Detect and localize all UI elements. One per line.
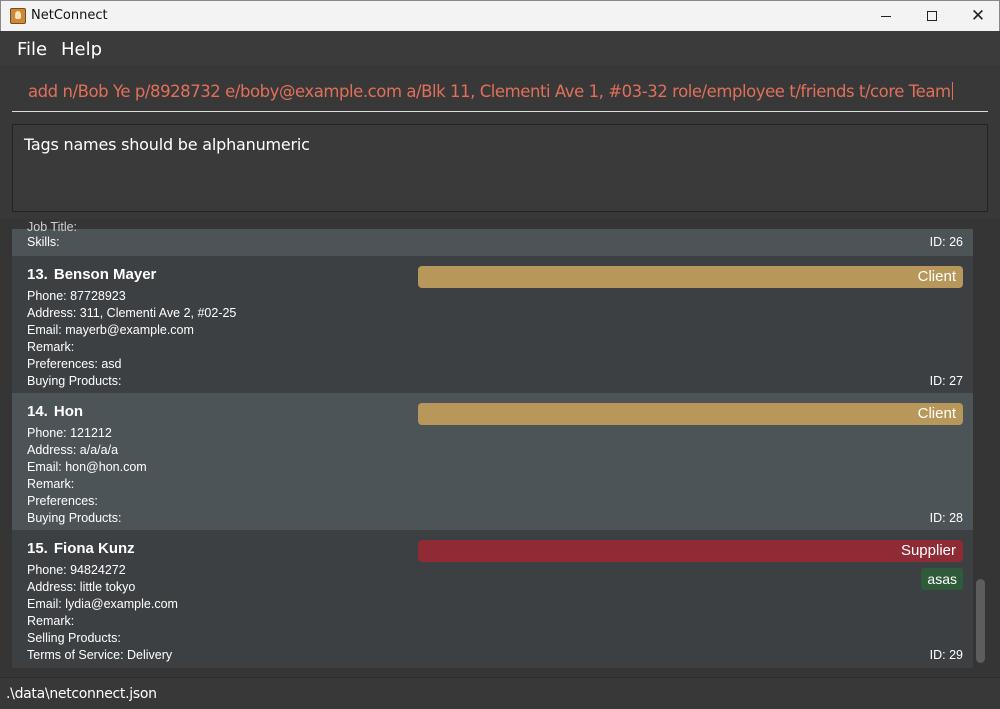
card-phone: Phone: 87728923 xyxy=(27,289,126,303)
person-card[interactable]: Job Title: Skills: ID: 26 xyxy=(12,220,973,256)
card-cutoff-text: Job Title: xyxy=(27,220,78,234)
status-bar: .\data\netconnect.json xyxy=(0,677,1000,709)
menu-file[interactable]: File xyxy=(17,39,47,60)
app-logo-icon xyxy=(10,8,26,24)
result-display[interactable]: Tags names should be alphanumeric xyxy=(12,124,988,212)
person-list-panel: Job Title: Skills: ID: 26 13. Benson Maye… xyxy=(0,219,1000,677)
maximize-button[interactable] xyxy=(909,1,955,31)
title-bar: NetConnect ✕ xyxy=(0,0,1000,31)
card-products: Buying Products: xyxy=(27,374,122,388)
card-address: Address: 311, Clementi Ave 2, #02-25 xyxy=(27,306,237,320)
close-icon: ✕ xyxy=(970,5,986,26)
card-header: 15. Fiona Kunz xyxy=(27,540,135,557)
person-card[interactable]: 14. Hon Client Phone: 121212 Address: a/a… xyxy=(12,393,973,530)
minimize-button[interactable] xyxy=(863,1,909,31)
command-input-value: add n/Bob Ye p/8928732 e/boby@example.co… xyxy=(28,82,951,101)
person-list[interactable]: Job Title: Skills: ID: 26 13. Benson Maye… xyxy=(12,219,973,668)
card-email: Email: lydia@example.com xyxy=(27,597,178,611)
role-badge-client: Client xyxy=(418,266,963,288)
menu-help[interactable]: Help xyxy=(61,39,102,60)
minimize-icon xyxy=(881,15,891,17)
text-caret xyxy=(951,82,953,100)
card-header: 14. Hon xyxy=(27,403,83,420)
card-products: Selling Products: xyxy=(27,631,121,645)
card-id: ID: 27 xyxy=(929,374,963,388)
card-phone: Phone: 121212 xyxy=(27,426,112,440)
card-id: ID: 28 xyxy=(929,511,963,525)
card-phone: Phone: 94824272 xyxy=(27,563,126,577)
card-terms: Terms of Service: Delivery xyxy=(27,648,173,662)
window-title: NetConnect xyxy=(31,8,108,23)
card-name: Hon xyxy=(53,403,84,420)
card-preferences: Preferences: asd xyxy=(27,357,122,371)
close-button[interactable]: ✕ xyxy=(955,1,1000,31)
person-card[interactable]: 13. Benson Mayer Client Phone: 87728923 A… xyxy=(12,256,973,393)
card-id: ID: 29 xyxy=(929,648,963,662)
card-products: Buying Products: xyxy=(27,511,122,525)
card-address: Address: little tokyo xyxy=(27,580,136,594)
card-name: Benson Mayer xyxy=(53,266,157,283)
role-badge-supplier: Supplier xyxy=(418,540,963,562)
card-index: 15. xyxy=(27,540,48,557)
card-skills: Skills: xyxy=(27,235,60,249)
role-badge-client: Client xyxy=(418,403,963,425)
card-index: 13. xyxy=(27,266,48,283)
card-header: 13. Benson Mayer xyxy=(27,266,156,283)
result-message: Tags names should be alphanumeric xyxy=(24,135,310,154)
card-name: Fiona Kunz xyxy=(53,540,135,557)
command-input[interactable]: add n/Bob Ye p/8928732 e/boby@example.co… xyxy=(12,74,988,112)
card-remark: Remark: xyxy=(27,477,75,491)
tag-badge: asas xyxy=(921,568,963,590)
card-address: Address: a/a/a/a xyxy=(27,443,119,457)
scrollbar-thumb[interactable] xyxy=(976,579,985,663)
card-email: Email: mayerb@example.com xyxy=(27,323,194,337)
maximize-icon xyxy=(927,11,937,21)
menu-bar: File Help xyxy=(0,31,1000,65)
card-preferences: Preferences: xyxy=(27,494,98,508)
card-id: ID: 26 xyxy=(929,235,963,249)
card-index: 14. xyxy=(27,403,48,420)
data-file-path: .\data\netconnect.json xyxy=(6,686,157,702)
person-card[interactable]: 15. Fiona Kunz Supplier asas Phone: 94824… xyxy=(12,530,973,668)
card-remark: Remark: xyxy=(27,614,75,628)
card-remark: Remark: xyxy=(27,340,75,354)
list-scrollbar[interactable] xyxy=(973,219,988,677)
card-email: Email: hon@hon.com xyxy=(27,460,147,474)
